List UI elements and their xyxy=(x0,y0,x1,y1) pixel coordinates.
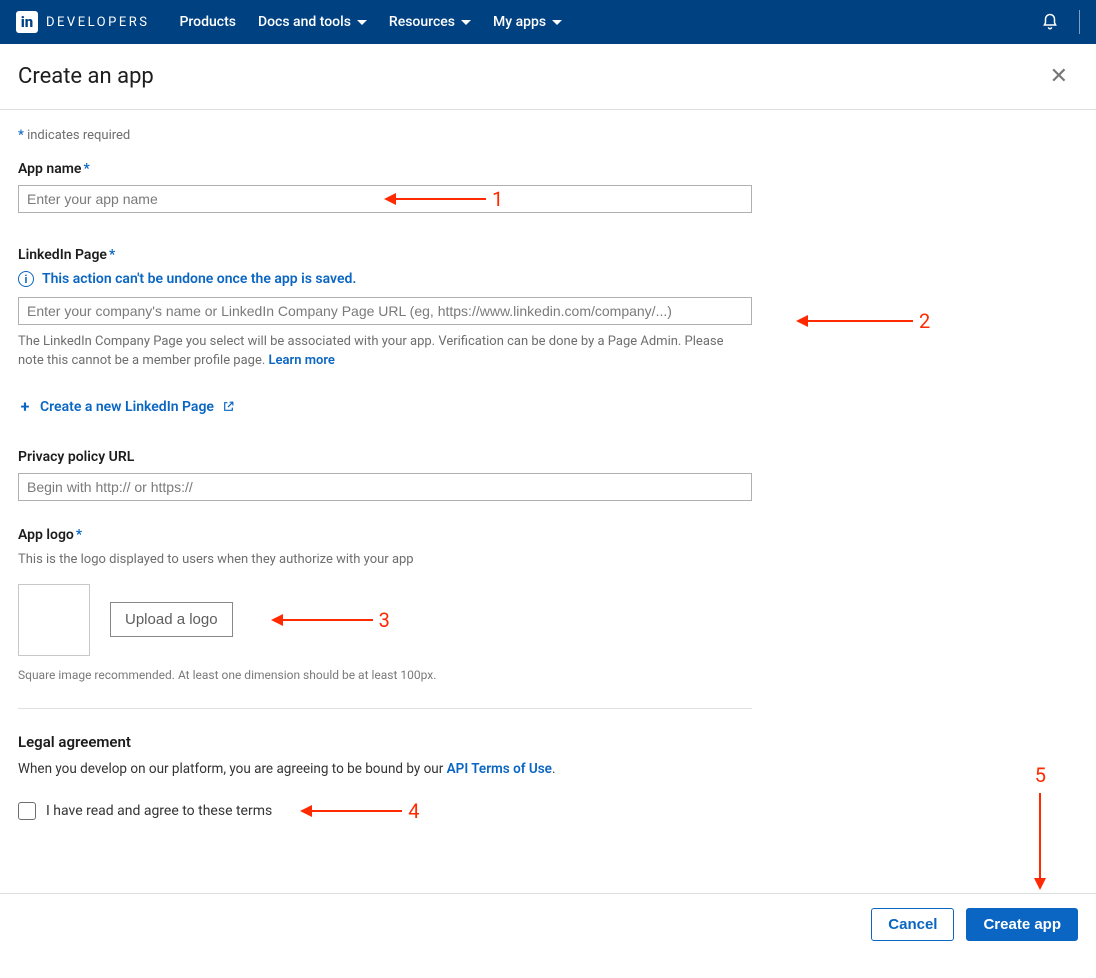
logo-preview-box xyxy=(18,584,90,656)
linkedin-page-label: LinkedIn Page* xyxy=(18,247,752,263)
footer-actions: Cancel Create app xyxy=(0,893,1096,955)
form-content: * indicates required App name* 1 LinkedI… xyxy=(0,110,770,823)
required-star: * xyxy=(109,247,115,263)
create-new-linkedin-page-link[interactable]: + Create a new LinkedIn Page xyxy=(18,399,752,415)
annotation-arrow-4: 4 xyxy=(302,799,419,823)
section-divider xyxy=(18,708,752,709)
field-app-name: App name* 1 xyxy=(18,161,752,213)
legal-text-post: . xyxy=(552,761,556,777)
annotation-arrow-3: 3 xyxy=(273,608,390,632)
logo-upload-row: Upload a logo 3 xyxy=(18,584,752,656)
create-new-page-text: Create a new LinkedIn Page xyxy=(40,399,214,415)
agree-terms-checkbox[interactable] xyxy=(18,802,36,820)
annotation-arrow-2: 2 xyxy=(798,309,930,333)
legal-heading: Legal agreement xyxy=(18,733,752,751)
field-legal: Legal agreement When you develop on our … xyxy=(18,733,752,823)
agree-terms-label: I have read and agree to these terms xyxy=(46,803,272,819)
chevron-down-icon xyxy=(461,20,471,25)
linkedin-logo-icon: in xyxy=(16,11,38,33)
privacy-policy-label: Privacy policy URL xyxy=(18,449,752,465)
cancel-button[interactable]: Cancel xyxy=(871,908,954,941)
api-terms-link[interactable]: API Terms of Use xyxy=(447,761,552,777)
linkedin-page-label-text: LinkedIn Page xyxy=(18,247,107,263)
upload-logo-button[interactable]: Upload a logo xyxy=(110,602,233,637)
learn-more-link[interactable]: Learn more xyxy=(269,353,335,368)
main-nav: Products Docs and tools Resources My app… xyxy=(179,14,562,30)
chevron-down-icon xyxy=(357,20,367,25)
close-icon[interactable]: ✕ xyxy=(1040,60,1078,93)
nav-products[interactable]: Products xyxy=(179,14,236,30)
nav-my-apps[interactable]: My apps xyxy=(493,14,562,30)
nav-my-apps-label: My apps xyxy=(493,14,546,30)
app-name-label: App name* xyxy=(18,161,752,177)
plus-icon: + xyxy=(18,400,32,414)
required-star: * xyxy=(76,527,82,543)
app-logo-label-text: App logo xyxy=(18,527,74,543)
info-icon: i xyxy=(18,271,34,287)
site-logo-text: DEVELOPERS xyxy=(46,15,149,30)
annotation-num-2: 2 xyxy=(919,309,930,333)
chevron-down-icon xyxy=(552,20,562,25)
nav-docs-label: Docs and tools xyxy=(258,14,351,30)
linkedin-page-warning: i This action can't be undone once the a… xyxy=(18,271,752,287)
annotation-num-5: 5 xyxy=(1035,763,1046,787)
annotation-num-3: 3 xyxy=(379,608,390,632)
nav-resources[interactable]: Resources xyxy=(389,14,471,30)
legal-checkbox-row: I have read and agree to these terms 4 xyxy=(18,799,752,823)
required-note-text: indicates required xyxy=(24,128,130,143)
field-privacy-policy: Privacy policy URL xyxy=(18,449,752,501)
app-logo-sublabel: This is the logo displayed to users when… xyxy=(18,551,752,570)
linkedin-page-helper-text: The LinkedIn Company Page you select wil… xyxy=(18,334,724,368)
legal-text-pre: When you develop on our platform, you ar… xyxy=(18,761,447,777)
header-right xyxy=(1041,10,1080,34)
annotation-arrow-5: 5 xyxy=(1035,763,1046,888)
app-logo-label: App logo* xyxy=(18,527,752,543)
required-star: * xyxy=(83,161,89,177)
nav-resources-label: Resources xyxy=(389,14,455,30)
page-title: Create an app xyxy=(18,64,154,89)
divider xyxy=(1079,10,1080,34)
nav-docs-and-tools[interactable]: Docs and tools xyxy=(258,14,367,30)
required-note: * indicates required xyxy=(18,128,752,143)
app-name-input[interactable] xyxy=(18,185,752,213)
app-name-label-text: App name xyxy=(18,161,81,177)
create-app-button[interactable]: Create app xyxy=(966,908,1078,941)
nav-products-label: Products xyxy=(179,14,236,30)
annotation-num-4: 4 xyxy=(408,799,419,823)
field-app-logo: App logo* This is the logo displayed to … xyxy=(18,527,752,682)
page-titlebar: Create an app ✕ xyxy=(0,44,1096,110)
external-link-icon xyxy=(222,400,235,413)
linkedin-page-helper: The LinkedIn Company Page you select wil… xyxy=(18,333,752,371)
logo-hint: Square image recommended. At least one d… xyxy=(18,668,752,682)
linkedin-page-warning-text: This action can't be undone once the app… xyxy=(42,271,356,287)
notifications-bell-icon[interactable] xyxy=(1041,13,1059,31)
privacy-policy-input[interactable] xyxy=(18,473,752,501)
linkedin-page-input[interactable] xyxy=(18,297,752,325)
field-linkedin-page: LinkedIn Page* i This action can't be un… xyxy=(18,247,752,415)
top-nav-bar: in DEVELOPERS Products Docs and tools Re… xyxy=(0,0,1096,44)
site-logo[interactable]: in DEVELOPERS xyxy=(16,11,149,33)
legal-text: When you develop on our platform, you ar… xyxy=(18,761,752,777)
